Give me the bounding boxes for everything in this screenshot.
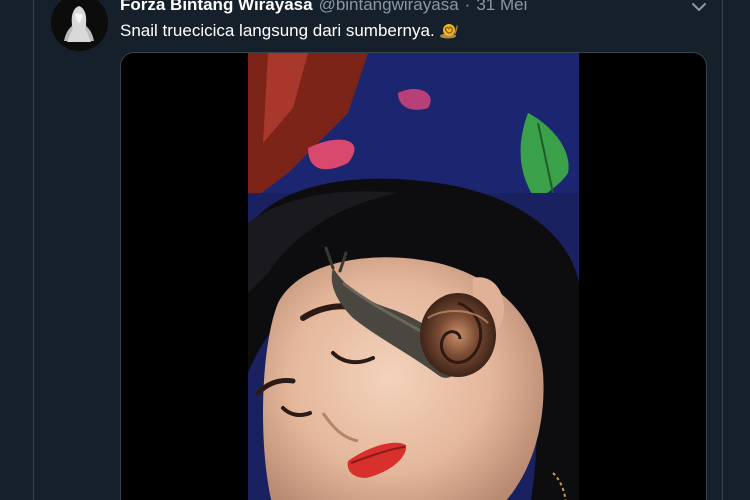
display-name[interactable]: Forza Bintang Wirayasa <box>120 0 313 15</box>
snail-facial-photo <box>248 53 579 500</box>
timeline-column: Forza Bintang Wirayasa @bintangwirayasa … <box>33 0 723 500</box>
ghost-avatar-image <box>51 0 108 51</box>
tweet-text-content: Snail truecicica langsung dari sumbernya… <box>120 21 435 40</box>
user-handle[interactable]: @bintangwirayasa <box>319 0 459 15</box>
tweet-text: Snail truecicica langsung dari sumbernya… <box>120 20 459 42</box>
video-thumbnail[interactable] <box>248 53 579 500</box>
tweet-date[interactable]: 31 Mei <box>476 0 527 15</box>
chevron-down-icon[interactable] <box>688 0 710 16</box>
avatar[interactable] <box>51 0 108 51</box>
twitter-page: Forza Bintang Wirayasa @bintangwirayasa … <box>0 0 750 500</box>
separator-dot: · <box>464 0 471 14</box>
tweet-header: Forza Bintang Wirayasa @bintangwirayasa … <box>120 0 527 16</box>
snail-emoji-icon <box>439 21 459 39</box>
tweet[interactable]: Forza Bintang Wirayasa @bintangwirayasa … <box>34 0 722 500</box>
media-card[interactable] <box>120 52 707 500</box>
